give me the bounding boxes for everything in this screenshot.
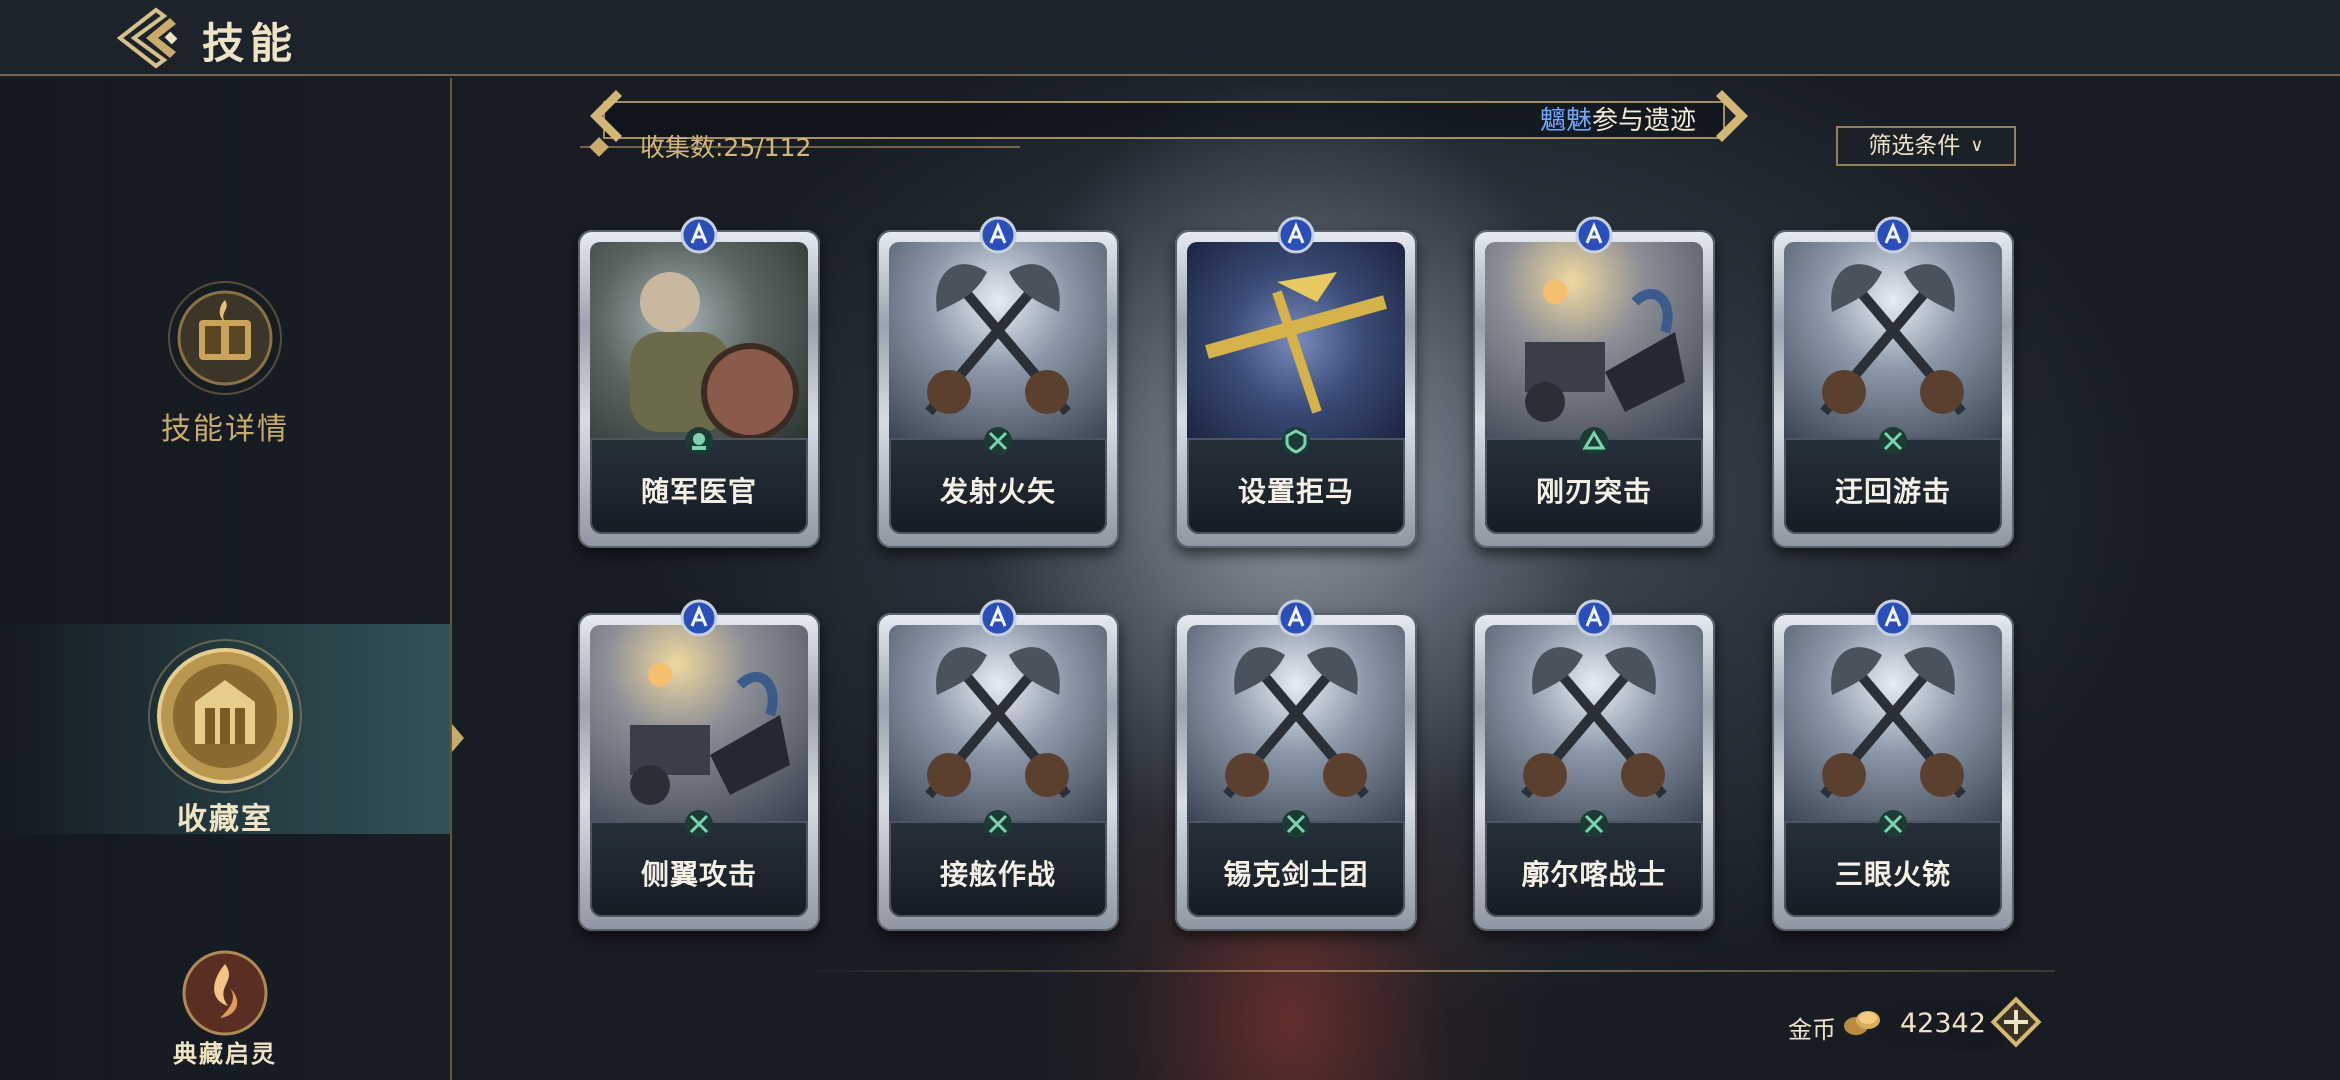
skill-card[interactable]: 刚刃突击 xyxy=(1473,216,1715,550)
rank-a-badge-icon xyxy=(1874,599,1912,637)
side-nav: 技能详情 收藏室 典藏启灵 xyxy=(0,78,464,1080)
back-button[interactable] xyxy=(112,4,192,72)
top-bar: 技能 xyxy=(0,0,2340,76)
skill-name: 刚刃突击 xyxy=(1535,475,1652,508)
crossed-weapons-icon xyxy=(1281,809,1311,839)
crossed-weapons-icon xyxy=(1579,809,1609,839)
rank-a-badge-icon xyxy=(1575,216,1613,254)
skill-card[interactable]: 发射火矢 xyxy=(877,216,1119,550)
rank-a-badge-icon xyxy=(680,599,718,637)
flame-icon xyxy=(180,948,270,1038)
skill-name: 设置拒马 xyxy=(1237,475,1354,508)
gold-coin-icon xyxy=(1844,1011,1880,1035)
collection-count: 收集数:25/112 xyxy=(640,133,812,162)
skill-name: 接舷作战 xyxy=(939,858,1056,891)
rank-a-badge-icon xyxy=(1277,216,1315,254)
support-icon xyxy=(684,426,714,456)
skill-name: 迂回游击 xyxy=(1834,475,1951,508)
skill-card[interactable]: 侧翼攻击 xyxy=(578,599,820,933)
back-arrow-icon xyxy=(116,7,178,69)
skill-art-image xyxy=(1485,242,1703,438)
banner-left-arrow-icon xyxy=(590,90,622,142)
rank-a-badge-icon xyxy=(1277,599,1315,637)
skill-name: 廓尔喀战士 xyxy=(1521,858,1667,891)
defense-icon xyxy=(1281,426,1311,456)
chevron-down-icon: ∨ xyxy=(1970,135,1984,156)
nav-item-classic-awaken[interactable]: 典藏启灵 xyxy=(0,948,450,1078)
rank-a-badge-icon xyxy=(1575,599,1613,637)
collection-hall-icon xyxy=(145,636,305,796)
filter-dropdown[interactable]: 筛选条件 ∨ xyxy=(1836,126,2016,166)
add-gold-button[interactable] xyxy=(1988,994,2044,1050)
ticker-player-name: 魑魅 xyxy=(1540,106,1593,136)
skill-art-image xyxy=(1187,242,1405,438)
gold-label: 金币 xyxy=(1788,1016,1836,1044)
skill-name: 发射火矢 xyxy=(939,475,1056,508)
nav-label: 收藏室 xyxy=(177,802,273,837)
crossed-weapons-icon xyxy=(983,426,1013,456)
skill-card[interactable]: 迂回游击 xyxy=(1772,216,2014,550)
page-title: 技能 xyxy=(202,19,299,68)
skill-name: 随军医官 xyxy=(640,475,757,508)
skill-card[interactable]: 设置拒马 xyxy=(1175,216,1417,550)
skill-art-image xyxy=(1187,625,1405,821)
crossed-weapons-icon xyxy=(1878,809,1908,839)
filter-label: 筛选条件 xyxy=(1868,133,1961,159)
skill-book-icon xyxy=(165,278,285,398)
skill-art-image xyxy=(1784,625,2002,821)
skill-card[interactable]: 三眼火铳 xyxy=(1772,599,2014,933)
rank-a-badge-icon xyxy=(979,599,1017,637)
nav-label: 典藏启灵 xyxy=(173,1040,277,1068)
crossed-weapons-icon xyxy=(1878,426,1908,456)
nav-label: 技能详情 xyxy=(161,412,289,447)
skill-art-image xyxy=(590,242,808,438)
news-ticker: 魑魅参与遗迹 xyxy=(1540,100,1710,138)
rank-a-badge-icon xyxy=(979,216,1017,254)
skill-name: 锡克剑士团 xyxy=(1223,858,1369,891)
rank-a-badge-icon xyxy=(680,216,718,254)
skill-card[interactable]: 廓尔喀战士 xyxy=(1473,599,1715,933)
active-indicator-icon xyxy=(452,724,464,752)
skill-art-image xyxy=(889,625,1107,821)
skill-card[interactable]: 接舷作战 xyxy=(877,599,1119,933)
nav-item-skill-details[interactable]: 技能详情 xyxy=(0,278,450,458)
skill-card[interactable]: 随军医官 xyxy=(578,216,820,550)
skill-name: 三眼火铳 xyxy=(1834,858,1951,891)
rank-a-badge-icon xyxy=(1874,216,1912,254)
plus-icon xyxy=(1990,996,2042,1048)
nav-item-collection[interactable]: 收藏室 xyxy=(0,624,464,837)
skill-art-image xyxy=(590,625,808,821)
gold-amount: 42342 xyxy=(1900,1008,1986,1039)
crossed-weapons-icon xyxy=(983,809,1013,839)
skill-name: 侧翼攻击 xyxy=(640,858,757,891)
skill-card[interactable]: 锡克剑士团 xyxy=(1175,599,1417,933)
skill-art-image xyxy=(1485,625,1703,821)
ticker-message: 参与遗迹 xyxy=(1592,106,1697,136)
skill-art-image xyxy=(1784,242,2002,438)
cavalry-icon xyxy=(1579,426,1609,456)
crossed-weapons-icon xyxy=(684,809,714,839)
banner-right-arrow-icon xyxy=(1716,90,1748,142)
divider xyxy=(790,970,2055,972)
skill-art-image xyxy=(889,242,1107,438)
